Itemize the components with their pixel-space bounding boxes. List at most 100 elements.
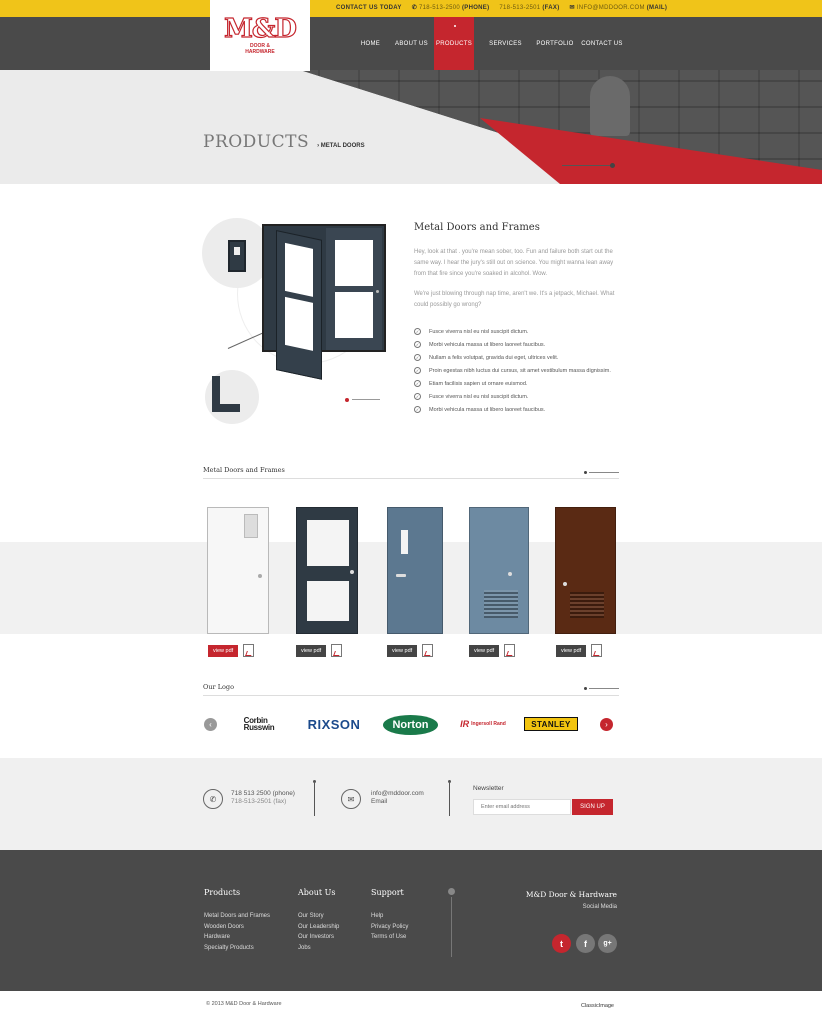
product-card-brown-door[interactable] bbox=[555, 507, 616, 635]
norton-logo[interactable]: Norton bbox=[383, 715, 438, 735]
site-header: HOME ABOUT US PRODUCTS SERVICES PORTFOLI… bbox=[0, 17, 822, 70]
contact-phone[interactable]: 718 513 2500 (phone) bbox=[231, 790, 295, 798]
contact-email-block: info@mddoor.com Email bbox=[371, 790, 424, 806]
breadcrumb: › METAL DOORS bbox=[317, 143, 364, 149]
top-fax: 718-513-2501 bbox=[499, 4, 541, 11]
contact-divider bbox=[314, 783, 315, 816]
pdf-icon[interactable] bbox=[504, 644, 516, 657]
products-section-title: Metal Doors and Frames bbox=[203, 466, 285, 474]
product-hero-image bbox=[262, 224, 386, 380]
view-pdf-button[interactable]: view pdf bbox=[208, 644, 239, 657]
list-item: ✓ Fusce viverra nisl eu nisl suscipit dic… bbox=[414, 390, 624, 403]
site-footer bbox=[0, 850, 822, 991]
hero-worker-figure bbox=[590, 76, 630, 136]
footer-link[interactable]: Our Leadership bbox=[298, 922, 339, 933]
footer-link[interactable]: Jobs bbox=[298, 943, 339, 954]
hero-divider-line bbox=[562, 165, 610, 166]
facebook-icon[interactable]: f bbox=[576, 934, 595, 953]
top-phone[interactable]: 718-513-2500 bbox=[419, 5, 460, 11]
door-image bbox=[469, 507, 529, 634]
pdf-icon[interactable] bbox=[331, 644, 343, 657]
envelope-icon: ✉ bbox=[569, 5, 575, 11]
logos-prev-button[interactable]: ‹ bbox=[204, 718, 217, 731]
feature-text: Morbi vehicula massa ut libero laoreet f… bbox=[429, 406, 546, 413]
footer-products-column: Products Metal Doors and Frames Wooden D… bbox=[204, 888, 270, 953]
twitter-icon[interactable]: t bbox=[552, 934, 571, 953]
page-title-text: PRODUCTS bbox=[203, 132, 310, 152]
logos-section-title: Our Logo bbox=[203, 683, 234, 691]
google-plus-icon[interactable]: g+ bbox=[598, 934, 617, 953]
footer-link[interactable]: Hardware bbox=[204, 932, 270, 943]
contact-phone-block: 718 513 2500 (phone) 718-513-2501 (fax) bbox=[231, 790, 295, 806]
view-pdf-button[interactable]: view pdf bbox=[296, 644, 327, 657]
list-item: ✓ Fusce viverra nisl eu nisl suscipit dic… bbox=[414, 325, 624, 338]
pdf-icon[interactable] bbox=[591, 644, 603, 657]
product-card-blue-door[interactable] bbox=[387, 507, 443, 635]
intro-paragraph-2: We're just blowing through nap time, are… bbox=[414, 291, 615, 308]
list-item: ✓ Nullam a felis volutpat, gravida dui eg… bbox=[414, 351, 624, 364]
product-card-dark-door[interactable] bbox=[296, 507, 358, 635]
newsletter-title: Newsletter bbox=[473, 785, 504, 792]
check-circle-icon: ✓ bbox=[414, 406, 421, 413]
slider-indicator-line bbox=[352, 399, 380, 400]
slider-indicator-active[interactable] bbox=[345, 398, 349, 402]
rixson-logo[interactable]: RIXSON bbox=[302, 713, 366, 735]
pdf-icon[interactable] bbox=[422, 644, 434, 657]
envelope-icon: ✉ bbox=[341, 789, 361, 809]
footer-products-title: Products bbox=[204, 888, 241, 897]
russwin-logo-text: Russwin bbox=[243, 723, 275, 732]
page-hero: PRODUCTS › METAL DOORS bbox=[0, 70, 822, 184]
corbin-russwin-logo[interactable]: Corbin Russwin bbox=[236, 713, 282, 735]
top-contact-bar: CONTACT US TODAY ✆ 718-513-2500 (PHONE) 7… bbox=[0, 0, 822, 17]
main-nav: HOME ABOUT US PRODUCTS SERVICES PORTFOLI… bbox=[352, 17, 631, 70]
contact-email[interactable]: info@mddoor.com bbox=[371, 790, 424, 798]
view-pdf-button[interactable]: view pdf bbox=[469, 644, 500, 657]
list-item: ✓ Morbi vehicula massa ut libero laoreet … bbox=[414, 338, 624, 351]
footer-link[interactable]: Our Story bbox=[298, 911, 339, 922]
footer-link[interactable]: Specialty Products bbox=[204, 943, 270, 954]
logos-section-heading: Our Logo bbox=[203, 683, 619, 696]
nav-portfolio[interactable]: PORTFOLIO bbox=[536, 17, 573, 70]
contact-email-label: Email bbox=[371, 798, 388, 805]
feature-list: ✓ Fusce viverra nisl eu nisl suscipit dic… bbox=[414, 325, 624, 416]
nav-services[interactable]: SERVICES bbox=[474, 17, 537, 70]
site-logo[interactable]: M&D DOOR & HARDWARE bbox=[210, 0, 310, 71]
list-item: ✓ Proin egestas nibh luctus dui cursus, s… bbox=[414, 364, 624, 377]
copyright-bar: © 2013 M&D Door & Hardware ClassicImage bbox=[0, 991, 822, 1024]
feature-text: Fusce viverra nisl eu nisl suscipit dict… bbox=[429, 393, 529, 400]
breadcrumb-separator: › bbox=[317, 143, 320, 149]
signup-button[interactable]: SIGN UP bbox=[572, 799, 613, 815]
footer-link[interactable]: Help bbox=[371, 911, 408, 922]
footer-link[interactable]: Our Investors bbox=[298, 932, 339, 943]
footer-link[interactable]: Privacy Policy bbox=[371, 922, 408, 933]
nav-contact-us[interactable]: CONTACT US bbox=[573, 17, 631, 70]
view-pdf-button[interactable]: view pdf bbox=[387, 644, 418, 657]
logo-mark: M&D bbox=[223, 14, 297, 44]
nav-products[interactable]: PRODUCTS bbox=[434, 17, 474, 70]
breadcrumb-current[interactable]: METAL DOORS bbox=[321, 143, 365, 149]
footer-link[interactable]: Metal Doors and Frames bbox=[204, 911, 270, 922]
designer-credit[interactable]: ClassicImage bbox=[581, 1003, 614, 1009]
product-card-vent-door[interactable] bbox=[469, 507, 529, 635]
newsletter-email-input[interactable] bbox=[473, 799, 571, 815]
footer-social-label: Social Media bbox=[582, 904, 617, 910]
product-card-white-door[interactable] bbox=[207, 507, 269, 635]
footer-link[interactable]: Wooden Doors bbox=[204, 922, 270, 933]
logos-next-button[interactable]: › bbox=[600, 718, 613, 731]
ingersoll-rand-logo[interactable]: IR Ingersoll Rand bbox=[455, 713, 511, 735]
nav-home[interactable]: HOME bbox=[352, 17, 389, 70]
list-item: ✓ Etiam facilisis sapien ut ornare euismo… bbox=[414, 377, 624, 390]
footer-about-title: About Us bbox=[298, 888, 336, 897]
view-pdf-button[interactable]: view pdf bbox=[556, 644, 587, 657]
door-image bbox=[296, 507, 358, 634]
feature-text: Morbi vehicula massa ut libero laoreet f… bbox=[429, 341, 546, 348]
pdf-icon[interactable] bbox=[243, 644, 255, 657]
footer-link[interactable]: Terms of Use bbox=[371, 932, 408, 943]
top-email[interactable]: INFO@MDDOOR.COM bbox=[577, 5, 645, 11]
feature-text: Proin egestas nibh luctus dui cursus, si… bbox=[429, 367, 611, 374]
nav-about-us[interactable]: ABOUT US bbox=[389, 17, 434, 70]
stanley-logo[interactable]: STANLEY bbox=[524, 717, 578, 731]
door-image bbox=[387, 507, 443, 634]
page-title: PRODUCTS › METAL DOORS bbox=[203, 132, 365, 152]
logo-sub-line2: HARDWARE bbox=[245, 49, 275, 55]
